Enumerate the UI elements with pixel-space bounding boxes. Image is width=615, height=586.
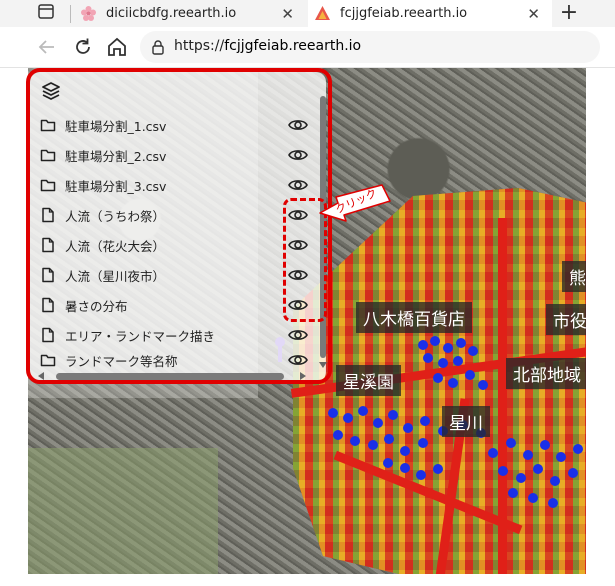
hotspot-dot [383, 458, 393, 468]
hotspot-dot [568, 468, 578, 478]
hotspot-dot [400, 446, 410, 456]
hotspot-dot [468, 346, 478, 356]
hotspot-dot [433, 464, 443, 474]
hotspot-dot [550, 476, 560, 486]
reearth-favicon-icon [315, 6, 330, 20]
hotspot-dot [388, 410, 398, 420]
hotspot-dot [533, 464, 543, 474]
hotspot-dot [573, 444, 583, 454]
hotspot-dot [453, 356, 463, 366]
hotspot-dot [448, 378, 458, 388]
tab-diciicbdfg[interactable]: diciicbdfg.reearth.io ✕ [70, 0, 306, 27]
hotspot-dot [438, 358, 448, 368]
aerial-park-area [28, 448, 218, 574]
hotspot-dot [416, 470, 426, 480]
hotspot-dot [523, 450, 533, 460]
hotspot-dot [350, 436, 360, 446]
url-host: fcjjgfeiab.reearth.io [224, 38, 362, 54]
hotspot-dot [506, 438, 516, 448]
hotspot-dot [368, 440, 378, 450]
hotspot-dot [540, 440, 550, 450]
hotspot-dot [420, 416, 430, 426]
map-label[interactable]: 星川 [442, 406, 490, 437]
url-scheme: https:// [174, 38, 225, 54]
map-label[interactable]: 北部地域 [506, 358, 586, 389]
reload-icon[interactable] [72, 36, 94, 58]
tab-separator [70, 5, 71, 23]
hotspot-dot [528, 493, 538, 503]
map-label[interactable]: 熊 [562, 261, 586, 292]
hotspot-dot [456, 338, 466, 348]
hotspot-dot [418, 340, 428, 350]
hotspot-dot [465, 370, 475, 380]
map-label[interactable]: 市役 [546, 304, 586, 335]
new-tab-button[interactable]: + [556, 0, 582, 27]
hotspot-dot [328, 408, 338, 418]
hotspot-dot [430, 336, 440, 346]
hotspot-dot [498, 466, 508, 476]
back-icon[interactable] [36, 36, 58, 58]
hotspot-dot [358, 406, 368, 416]
map-label[interactable]: 八木橋百貨店 [356, 302, 472, 333]
map-label[interactable]: 星溪園 [336, 365, 401, 396]
hotspot-dot [516, 473, 526, 483]
hotspot-dot [488, 448, 498, 458]
hotspot-dot [373, 418, 383, 428]
tab-title: diciicbdfg.reearth.io [106, 6, 237, 21]
tab-close-icon[interactable]: ✕ [527, 5, 540, 23]
hotspot-dot [384, 434, 394, 444]
hotspot-dot [333, 430, 343, 440]
lock-icon[interactable] [150, 39, 166, 55]
hotspot-dot [556, 452, 566, 462]
tab-close-icon[interactable]: ✕ [281, 5, 294, 23]
hotspot-dot [443, 343, 453, 353]
hotspot-dot [403, 423, 413, 433]
url-field[interactable]: https://fcjjgfeiab.reearth.io [140, 31, 600, 63]
hotspot-dot [418, 438, 428, 448]
flower-favicon-icon [81, 6, 96, 21]
window-menu-icon[interactable] [38, 4, 54, 19]
hotspot-dot [478, 380, 488, 390]
hotspot-dot [433, 373, 443, 383]
hotspot-dot [400, 463, 410, 473]
hotspot-dot [343, 413, 353, 423]
address-bar-row: https://fcjjgfeiab.reearth.io [0, 27, 615, 68]
hotspot-dot [423, 353, 433, 363]
home-icon[interactable] [106, 36, 128, 58]
url-text: https://fcjjgfeiab.reearth.io [174, 38, 361, 54]
tab-strip: diciicbdfg.reearth.io ✕ fcjjgfeiab.reear… [0, 0, 615, 27]
hotspot-dot [548, 498, 558, 508]
tab-fcjjgfeiab[interactable]: fcjjgfeiab.reearth.io ✕ [308, 0, 552, 27]
tab-title: fcjjgfeiab.reearth.io [340, 6, 468, 21]
hotspot-dot [508, 488, 518, 498]
